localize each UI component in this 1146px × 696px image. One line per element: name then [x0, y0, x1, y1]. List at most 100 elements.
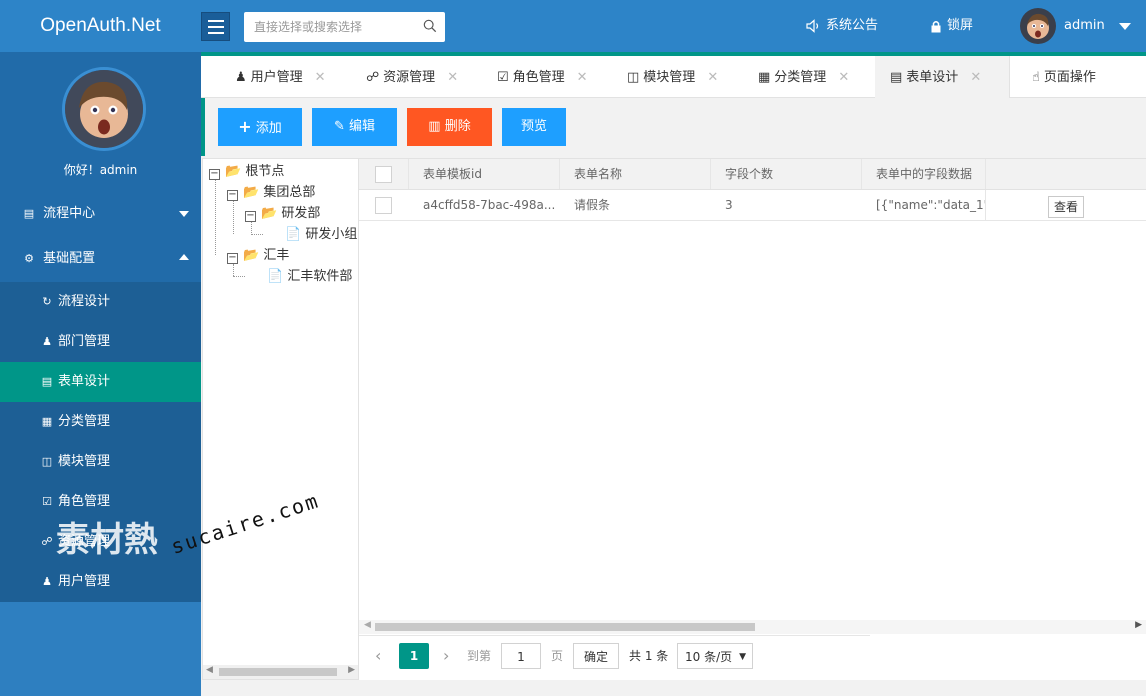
lock-icon — [931, 20, 941, 32]
nav-group-base-config[interactable]: ⚙ 基础配置 — [0, 236, 201, 281]
tab-label: 模块管理 — [643, 70, 696, 85]
sidebar-item-flow-design[interactable]: ↻ 流程设计 — [0, 282, 201, 322]
collapse-icon[interactable]: − — [245, 211, 256, 222]
scroll-thumb[interactable] — [375, 623, 755, 631]
view-button[interactable]: 查看 — [1048, 196, 1084, 218]
sidebar-item-department[interactable]: ♟ 部门管理 — [0, 322, 201, 362]
tree-node-group-hq[interactable]: − 📂 集团总部 — [227, 183, 315, 203]
module-icon: ◫ — [41, 455, 53, 468]
form-table: 表单模板id 表单名称 字段个数 表单中的字段数据 a4cffd58-7bac-… — [359, 158, 1146, 680]
action-toolbar: + 添加 ✎ 编辑 ▥ 删除 预览 — [201, 98, 1146, 156]
close-icon[interactable]: ✕ — [447, 70, 458, 85]
caret-down-icon — [1118, 22, 1131, 30]
column-header[interactable]: 表单模板id — [409, 159, 560, 189]
tab-page-actions[interactable]: ☝ 页面操作 — [1009, 56, 1146, 98]
flow-icon: ↻ — [42, 295, 52, 308]
page-size-select[interactable]: 10 条/页 ▼ — [677, 643, 753, 669]
sidebar-item-label: 模块管理 — [58, 454, 111, 469]
page-confirm-button[interactable]: 确定 — [573, 643, 619, 669]
tab-user-management[interactable]: ♟ 用户管理 ✕ — [235, 56, 326, 98]
speaker-icon — [806, 19, 819, 33]
search-input[interactable] — [244, 12, 414, 42]
sidebar-item-label: 流程设计 — [58, 294, 111, 309]
column-header[interactable]: 表单中的字段数据 — [862, 159, 986, 189]
tab-category-management[interactable]: ▦ 分类管理 ✕ — [758, 56, 849, 98]
cell-id: a4cffd58-7bac-498a... — [423, 198, 556, 212]
tab-label: 角色管理 — [512, 70, 565, 85]
close-icon[interactable]: ✕ — [707, 70, 718, 85]
add-button[interactable]: + 添加 — [218, 108, 302, 146]
cell-count: 3 — [725, 198, 733, 212]
tree-node-rd-team[interactable]: 📄 研发小组 — [285, 225, 357, 245]
cell-name: 请假条 — [574, 198, 611, 212]
nav-group-label: 流程中心 — [43, 206, 96, 221]
collapse-icon[interactable]: − — [227, 253, 238, 264]
edit-button[interactable]: ✎ 编辑 — [312, 108, 397, 146]
tree-node-huifeng-software[interactable]: 📄 汇丰软件部 — [267, 267, 352, 287]
plus-icon: + — [238, 117, 252, 136]
tab-resource-management[interactable]: ☍ 资源管理 ✕ — [366, 56, 458, 98]
file-icon: 📄 — [267, 269, 284, 284]
column-header[interactable]: 表单名称 — [560, 159, 711, 189]
prev-page-icon[interactable]: ‹ — [375, 643, 381, 669]
window-icon: ▤ — [23, 207, 35, 220]
sidebar-item-label: 用户管理 — [58, 574, 111, 589]
tree-node-rd-dept[interactable]: − 📂 研发部 — [245, 204, 320, 224]
tab-role-management[interactable]: ☑ 角色管理 ✕ — [497, 56, 588, 98]
nav-group-flow-center[interactable]: ▤ 流程中心 — [0, 191, 201, 236]
next-page-icon[interactable]: › — [443, 643, 449, 669]
trash-icon: ▥ — [428, 119, 441, 134]
sidebar-item-category[interactable]: ▦ 分类管理 — [0, 402, 201, 442]
tab-form-design[interactable]: ▤ 表单设计 ✕ — [875, 56, 1009, 98]
lock-screen-link[interactable]: 锁屏 — [930, 0, 973, 52]
search-icon[interactable] — [423, 19, 437, 33]
scroll-left-icon[interactable]: ◀ — [364, 620, 371, 630]
user-icon: ♟ — [42, 575, 52, 588]
sidebar-item-module[interactable]: ◫ 模块管理 — [0, 442, 201, 482]
collapse-icon[interactable]: − — [227, 190, 238, 201]
greeting-text: 你好！admin — [63, 163, 138, 177]
tree-node-root[interactable]: − 📂 根节点 — [209, 162, 284, 182]
total-count: 共 1 条 — [629, 649, 669, 663]
page-jump-input[interactable]: 1 — [501, 643, 541, 669]
close-icon[interactable]: ✕ — [838, 70, 849, 85]
close-icon[interactable]: ✕ — [970, 70, 981, 85]
app-logo[interactable]: OpenAuth.Net — [0, 0, 201, 52]
sidebar-item-user[interactable]: ♟ 用户管理 — [0, 562, 201, 602]
tab-module-management[interactable]: ◫ 模块管理 ✕ — [627, 56, 718, 98]
scroll-right-icon[interactable]: ▶ — [348, 665, 355, 675]
tree-scrollbar[interactable]: ◀ ▶ — [203, 665, 358, 679]
hamburger-icon — [207, 19, 224, 22]
page-current[interactable]: 1 — [399, 643, 429, 669]
form-icon: ▤ — [890, 70, 903, 85]
tree-node-huifeng[interactable]: − 📂 汇丰 — [227, 246, 289, 266]
checkbox-icon: ☑ — [497, 70, 509, 85]
sidebar-item-label: 分类管理 — [58, 414, 111, 429]
module-icon: ◫ — [627, 70, 640, 85]
user-menu[interactable]: admin — [1020, 0, 1131, 52]
delete-button[interactable]: ▥ 删除 — [407, 108, 492, 146]
scroll-right-icon[interactable]: ▶ — [1135, 620, 1142, 630]
preview-button[interactable]: 预览 — [502, 108, 566, 146]
sidebar-item-label: 部门管理 — [58, 334, 111, 349]
scroll-left-icon[interactable]: ◀ — [206, 665, 213, 675]
table-scrollbar[interactable]: ◀ ▶ — [359, 620, 1146, 634]
scroll-thumb[interactable] — [219, 668, 337, 676]
close-icon[interactable]: ✕ — [577, 70, 588, 85]
pencil-icon: ✎ — [333, 119, 345, 134]
close-icon[interactable]: ✕ — [315, 70, 326, 85]
hand-icon: ☝ — [1032, 70, 1040, 85]
select-all-checkbox[interactable] — [375, 166, 392, 183]
sidebar-item-form-design[interactable]: ▤ 表单设计 — [0, 362, 201, 402]
org-tree: − 📂 根节点 − 📂 集团总部 − 📂 研发部 📄 研发小组 − 📂 汇丰 📄 汇丰软… — [202, 158, 359, 680]
collapse-icon[interactable]: − — [209, 169, 220, 180]
folder-open-icon: 📂 — [225, 164, 242, 179]
link-icon: ☍ — [366, 70, 380, 85]
row-checkbox[interactable] — [375, 197, 392, 214]
column-header[interactable]: 字段个数 — [711, 159, 862, 189]
notice-link[interactable]: 系统公告 — [806, 0, 878, 52]
chevron-down-icon — [179, 211, 189, 217]
nav-group-label: 基础配置 — [43, 251, 96, 266]
menu-toggle-button[interactable] — [201, 12, 230, 41]
table-row[interactable]: a4cffd58-7bac-498a... 请假条 3 [{"name":"da… — [359, 190, 1146, 221]
